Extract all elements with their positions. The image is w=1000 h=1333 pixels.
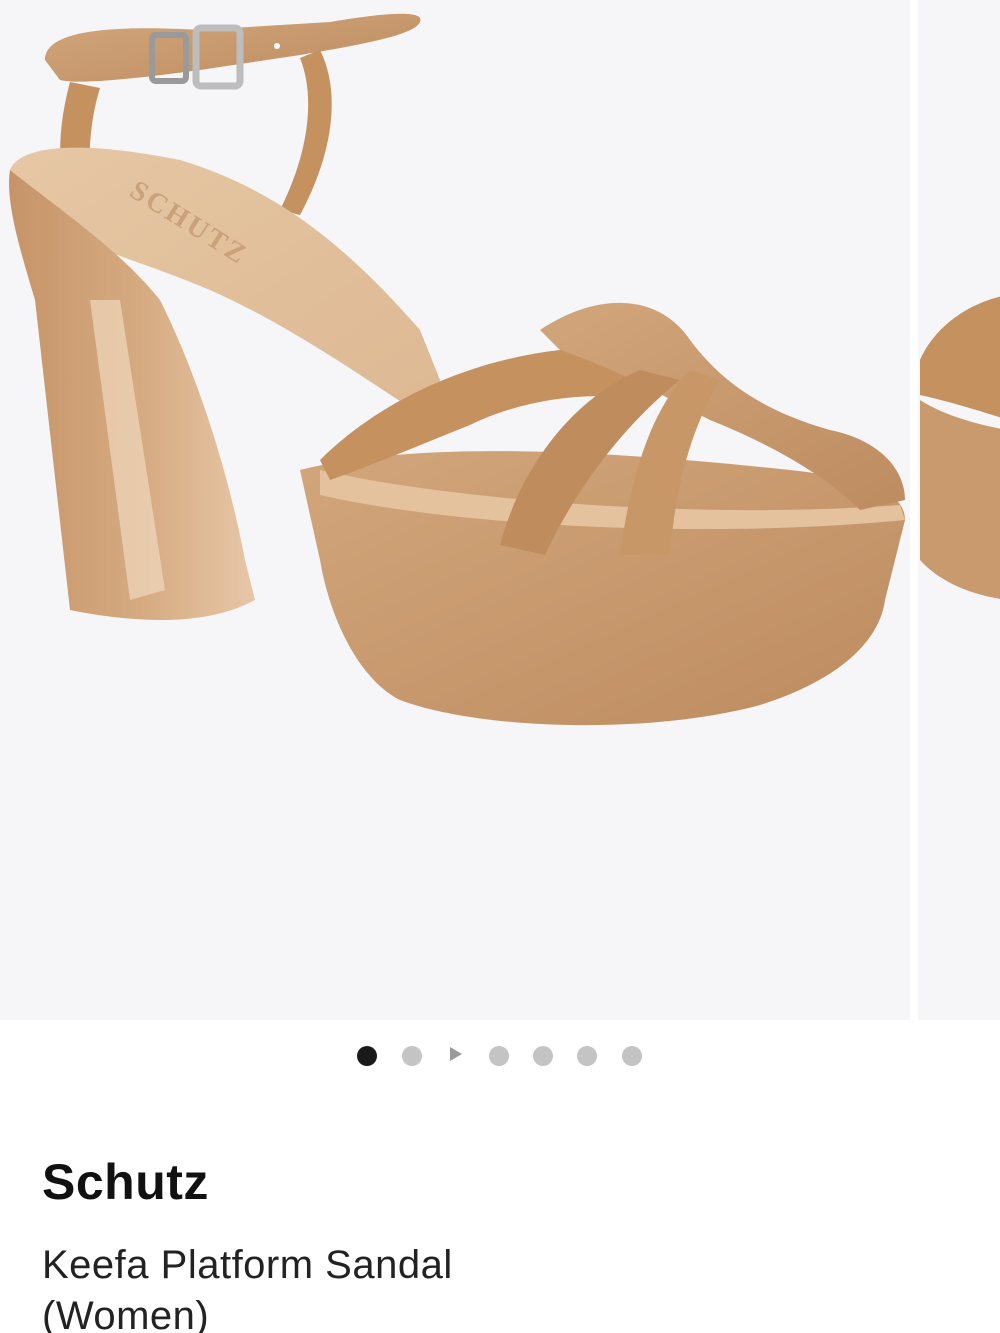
product-name-line-1: Keefa Platform Sandal: [42, 1243, 453, 1287]
product-image-main[interactable]: SCHUTZ: [0, 0, 910, 1020]
carousel-pagination: [0, 1040, 1000, 1072]
product-brand[interactable]: Schutz: [42, 1155, 209, 1210]
sandal-image: SCHUTZ: [9, 13, 905, 726]
carousel-dot-5[interactable]: [577, 1046, 597, 1066]
product-name-line-2: (Women): [42, 1294, 210, 1333]
carousel-dot-1[interactable]: [357, 1046, 377, 1066]
product-image-carousel[interactable]: SCHUTZ: [0, 0, 1000, 1020]
product-name: Keefa Platform Sandal (Women): [42, 1240, 942, 1333]
carousel-dot-6[interactable]: [622, 1046, 642, 1066]
carousel-dot-3[interactable]: [489, 1046, 509, 1066]
product-image-next[interactable]: [918, 0, 1000, 1020]
video-play-icon[interactable]: [450, 1047, 462, 1061]
sandal-image-next: [920, 296, 1000, 599]
carousel-dot-4[interactable]: [533, 1046, 553, 1066]
carousel-dot-2[interactable]: [402, 1046, 422, 1066]
